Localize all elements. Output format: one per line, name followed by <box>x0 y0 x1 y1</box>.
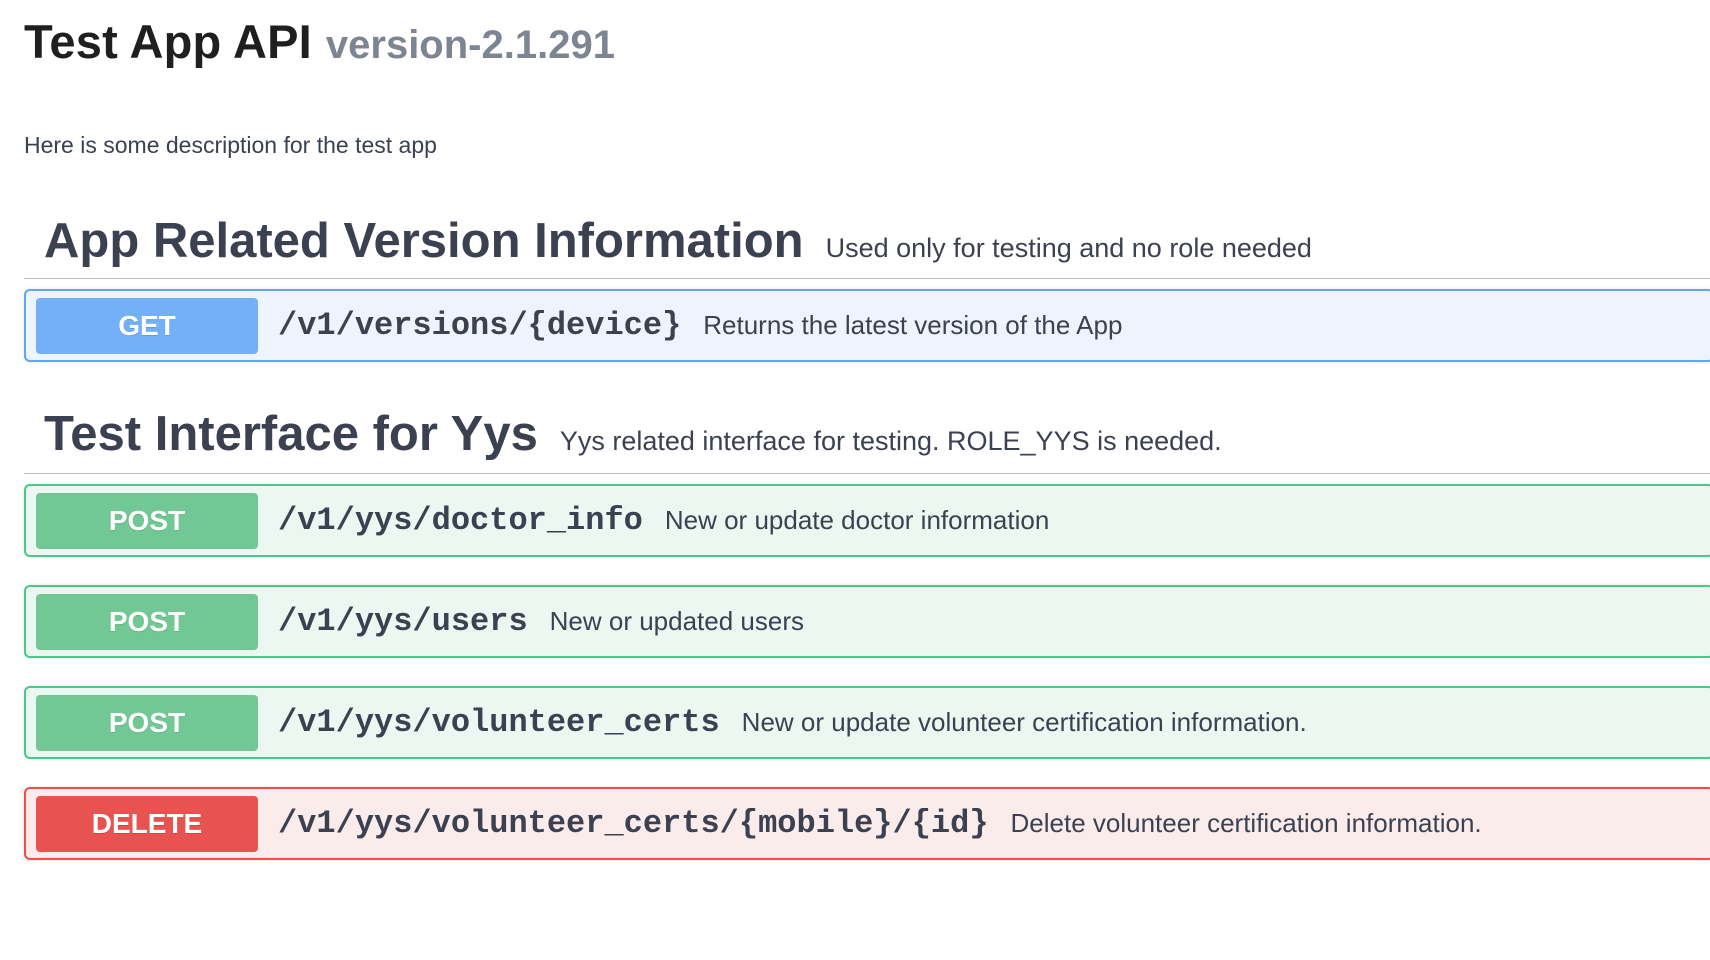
tag-header-app-version[interactable]: App Related Version Information Used onl… <box>24 213 1710 279</box>
operation-path: /v1/yys/users <box>278 603 528 640</box>
tag-section-yys: Test Interface for Yys Yys related inter… <box>24 406 1710 860</box>
operation-post-doctor-info[interactable]: POST /v1/yys/doctor_info New or update d… <box>24 484 1710 557</box>
operation-path: /v1/yys/volunteer_certs/{mobile}/{id} <box>278 805 989 842</box>
operation-path: /v1/versions/{device} <box>278 307 682 344</box>
api-info-header: Test App API version-2.1.291 <box>24 14 1710 70</box>
method-badge-post: POST <box>36 593 258 650</box>
operation-summary: New or update volunteer certification in… <box>741 707 1307 737</box>
api-title: Test App API <box>24 15 312 68</box>
tag-description: Yys related interface for testing. ROLE_… <box>559 426 1222 456</box>
operation-path: /v1/yys/doctor_info <box>278 502 643 539</box>
operation-get-versions-device[interactable]: GET /v1/versions/{device} Returns the la… <box>24 289 1710 362</box>
operation-summary: New or update doctor information <box>664 505 1050 535</box>
swagger-page: Test App API version-2.1.291 Here is som… <box>0 14 1710 960</box>
method-badge-delete: DELETE <box>36 795 258 852</box>
operation-post-volunteer-certs[interactable]: POST /v1/yys/volunteer_certs New or upda… <box>24 686 1710 759</box>
operation-path: /v1/yys/volunteer_certs <box>278 704 720 741</box>
api-version: version-2.1.291 <box>325 23 615 67</box>
operation-delete-volunteer-cert[interactable]: DELETE /v1/yys/volunteer_certs/{mobile}/… <box>24 787 1710 860</box>
method-badge-post: POST <box>36 694 258 751</box>
tag-description: Used only for testing and no role needed <box>825 233 1312 263</box>
api-description: Here is some description for the test ap… <box>24 132 437 158</box>
method-badge-post: POST <box>36 492 258 549</box>
tag-header-yys[interactable]: Test Interface for Yys Yys related inter… <box>24 406 1710 474</box>
operation-summary: New or updated users <box>549 606 805 636</box>
tag-section-app-version: App Related Version Information Used onl… <box>24 213 1710 362</box>
tag-name: App Related Version Information <box>44 214 804 268</box>
operation-summary: Returns the latest version of the App <box>703 310 1123 340</box>
tag-name: Test Interface for Yys <box>44 407 538 461</box>
operation-post-users[interactable]: POST /v1/yys/users New or updated users <box>24 585 1710 658</box>
operation-summary: Delete volunteer certification informati… <box>1010 808 1482 838</box>
method-badge-get: GET <box>36 297 258 354</box>
